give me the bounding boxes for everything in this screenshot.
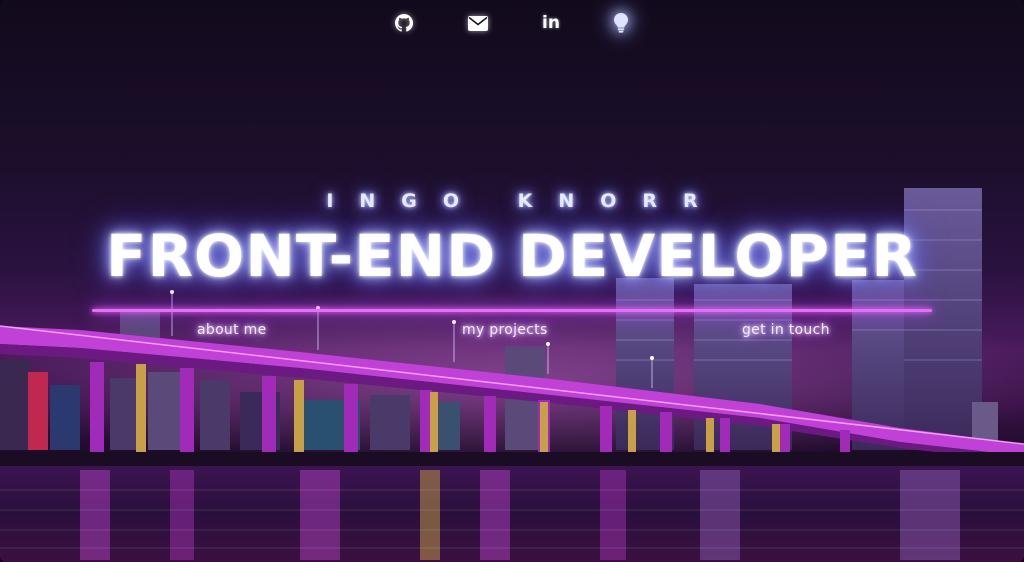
neon-divider (92, 309, 932, 312)
linkedin-link[interactable]: in (538, 10, 564, 36)
github-link[interactable] (391, 10, 417, 36)
nav-my-projects-link[interactable]: my projects (462, 322, 548, 338)
theme-toggle-button[interactable] (608, 10, 634, 36)
page-title: FRONT-END DEVELOPER (106, 222, 918, 290)
email-link[interactable] (465, 10, 491, 36)
hero-background: in INGO KNORR FRONT-END DEVELOPER about … (0, 0, 1024, 562)
nav-get-in-touch-link[interactable]: get in touch (742, 322, 830, 338)
github-icon (395, 14, 413, 32)
social-links-bar: in (0, 10, 1024, 36)
nav-about-me-link[interactable]: about me (197, 322, 267, 338)
envelope-icon (468, 15, 488, 31)
developer-name: INGO KNORR (326, 190, 724, 212)
linkedin-icon: in (542, 13, 560, 33)
lightbulb-icon (614, 13, 628, 33)
